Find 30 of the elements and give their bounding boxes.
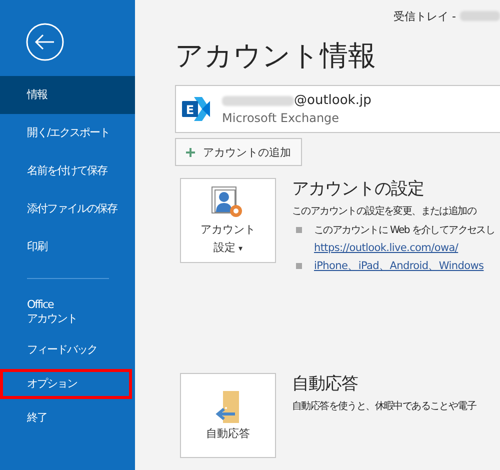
bullet-icon <box>296 226 302 233</box>
section-title: アカウントの設定 <box>292 178 425 202</box>
sidebar-item[interactable]: 添付ファイルの保存 <box>0 190 135 228</box>
plus-icon <box>186 148 195 157</box>
sidebar-item[interactable]: オプション <box>0 369 132 399</box>
bullet-icon <box>296 262 302 269</box>
redacted-text <box>222 96 294 106</box>
auto-reply-button[interactable]: 自動応答 <box>180 372 276 458</box>
account-settings-button[interactable]: アカウント 設定 ▾ <box>180 178 276 264</box>
account-type: Microsoft Exchange <box>222 111 340 126</box>
sidebar-item[interactable]: 開く/エクスポート <box>0 114 135 152</box>
section-description: このアカウントの設定を変更、または追加の <box>292 204 478 218</box>
sidebar-item[interactable]: 情報 <box>0 76 135 114</box>
add-account-button[interactable]: アカウントの追加 <box>175 138 302 166</box>
back-icon[interactable] <box>25 22 65 62</box>
redacted-text <box>460 11 500 21</box>
section-title: 自動応答 <box>292 372 359 396</box>
bullet-text: このアカウントに Web を介してアクセスし <box>314 224 495 237</box>
sidebar-item[interactable]: 印刷 <box>0 228 135 266</box>
sidebar-item[interactable]: Office アカウント <box>0 293 135 331</box>
sidebar-item[interactable]: 名前を付けて保存 <box>0 152 135 190</box>
link[interactable]: iPhone、iPad、Android、Windows <box>314 258 484 273</box>
window-title: 受信トレイ - <box>394 8 456 24</box>
sidebar-item[interactable]: フィードバック <box>0 331 135 369</box>
account-card[interactable]: E @outlook.jp Microsoft Exchange <box>175 85 500 134</box>
section-description: 自動応答を使うと、休暇中であることや電子 <box>292 400 476 413</box>
link[interactable]: https://outlook.live.com/owa/ <box>314 242 495 254</box>
sidebar-item[interactable]: 終了 <box>0 399 135 437</box>
page-title: アカウント情報 <box>175 38 377 74</box>
account-email: @outlook.jp <box>294 93 372 108</box>
